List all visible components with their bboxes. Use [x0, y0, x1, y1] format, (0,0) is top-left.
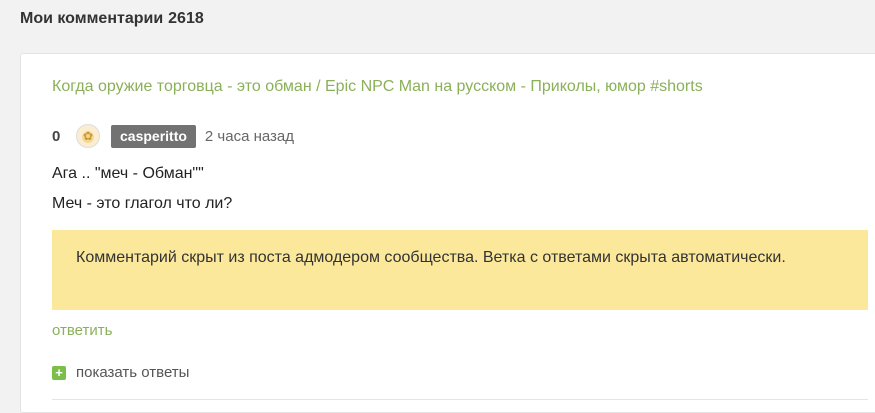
- page-title: Мои комментарии 2618: [20, 10, 204, 28]
- comment-rating: 0: [52, 127, 61, 145]
- comment-timestamp[interactable]: 2 часа назад: [205, 128, 294, 145]
- show-replies-button[interactable]: + показать ответы: [52, 364, 189, 381]
- hidden-comment-notice: Комментарий скрыт из поста адмодером соо…: [52, 230, 868, 310]
- post-title-link[interactable]: Когда оружие торговца - это обман / Epic…: [52, 78, 703, 96]
- comment-text-line-2: Меч - это глагол что ли?: [52, 195, 233, 212]
- comment-card: Когда оружие торговца - это обман / Epic…: [20, 53, 875, 413]
- divider: [52, 399, 868, 400]
- comments-count: 2618: [168, 10, 204, 27]
- comment-text-line-1: Ага .. "меч - Обман"": [52, 165, 204, 182]
- avatar-icon[interactable]: ✿: [76, 124, 100, 148]
- reply-link[interactable]: ответить: [52, 322, 112, 339]
- plus-icon: +: [52, 365, 66, 380]
- comment-meta: 0 ✿ casperitto 2 часа назад: [52, 124, 294, 148]
- show-replies-label: показать ответы: [76, 364, 190, 381]
- username-badge[interactable]: casperitto: [111, 124, 196, 148]
- page-title-text: Мои комментарии: [20, 10, 164, 27]
